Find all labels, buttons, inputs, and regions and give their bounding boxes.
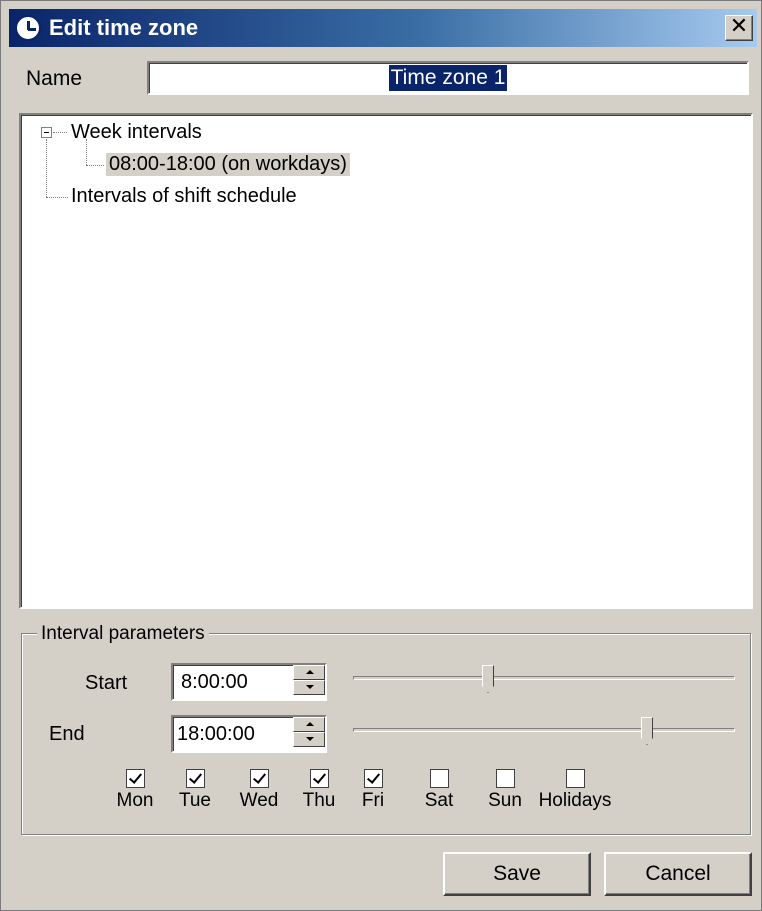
end-spinner[interactable] xyxy=(293,717,327,751)
checkbox-holidays[interactable] xyxy=(565,769,585,788)
cancel-button[interactable]: Cancel xyxy=(604,852,752,896)
end-decrement-button[interactable] xyxy=(293,732,325,747)
start-spinner[interactable] xyxy=(293,665,327,699)
start-increment-button[interactable] xyxy=(293,665,325,680)
interval-parameters-title: Interval parameters xyxy=(37,623,209,645)
day-label: Holidays xyxy=(538,790,612,811)
checkbox-tue[interactable] xyxy=(185,769,205,788)
checkbox-sun[interactable] xyxy=(495,769,515,788)
dialog-title: Edit time zone xyxy=(49,15,199,40)
tree-connector xyxy=(46,139,47,197)
close-button[interactable]: ✕ xyxy=(725,15,753,41)
checkbox-thu[interactable] xyxy=(309,769,329,788)
end-slider-track[interactable] xyxy=(353,728,735,732)
collapse-icon[interactable] xyxy=(41,127,52,138)
tree-item-shift-schedule[interactable]: Intervals of shift schedule xyxy=(71,185,297,208)
checkbox-sat[interactable] xyxy=(429,769,449,788)
clock-icon xyxy=(15,15,41,41)
checkbox-wed[interactable] xyxy=(249,769,269,788)
title-bar[interactable]: Edit time zone ✕ xyxy=(9,9,757,47)
edit-time-zone-dialog: Edit time zone ✕ Name Time zone 1 Week i… xyxy=(0,0,762,911)
tree-item-week-intervals[interactable]: Week intervals xyxy=(71,121,202,144)
interval-tree[interactable]: Week intervals 08:00-18:00 (on workdays)… xyxy=(19,113,753,609)
tree-connector xyxy=(86,165,104,166)
tree-connector xyxy=(46,197,68,198)
tree-connector xyxy=(53,132,67,133)
save-button[interactable]: Save xyxy=(443,852,591,896)
name-value: Time zone 1 xyxy=(388,65,508,91)
start-decrement-button[interactable] xyxy=(293,680,325,695)
end-label: End xyxy=(49,723,85,745)
checkbox-fri[interactable] xyxy=(363,769,383,788)
start-slider-track[interactable] xyxy=(353,676,735,680)
day-label: Sun xyxy=(488,790,522,811)
tree-item-workday-interval[interactable]: 08:00-18:00 (on workdays) xyxy=(106,153,350,176)
start-label: Start xyxy=(85,672,128,694)
day-holidays[interactable]: Holidays xyxy=(535,769,615,812)
name-input[interactable]: Time zone 1 xyxy=(147,61,749,95)
day-sun[interactable]: Sun xyxy=(465,769,545,812)
checkbox-mon[interactable] xyxy=(125,769,145,788)
name-label: Name xyxy=(26,67,83,90)
end-increment-button[interactable] xyxy=(293,717,325,732)
